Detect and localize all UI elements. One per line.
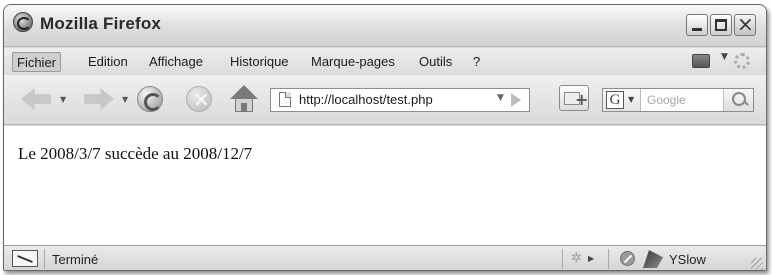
home-button[interactable] <box>230 85 258 113</box>
chevron-down-icon: ▼ <box>628 95 635 104</box>
status-text: Terminé <box>52 252 99 267</box>
home-icon <box>230 85 258 99</box>
menu-outils[interactable]: Outils <box>415 52 456 72</box>
chevron-right-icon[interactable]: ▶ <box>588 254 594 263</box>
divider <box>562 249 563 269</box>
resize-grip[interactable] <box>751 258 763 270</box>
forward-history-chevron-icon[interactable]: ▼ <box>122 95 128 104</box>
maximize-icon <box>715 19 727 31</box>
maximize-button[interactable] <box>710 14 732 36</box>
browser-window: Mozilla Firefox × Fichier Edition Affich… <box>3 4 767 271</box>
menu-marque-pages[interactable]: Marque-pages <box>307 52 399 72</box>
divider <box>44 249 45 269</box>
url-input[interactable]: http://localhost/test.php <box>299 92 433 107</box>
yslow-label[interactable]: YSlow <box>669 252 706 267</box>
page-icon <box>279 92 291 107</box>
menu-edition[interactable]: Edition <box>84 52 132 72</box>
navigation-toolbar: ▼ ▼ http://localhost/test.php ▼ G ▼ Goog… <box>4 75 766 125</box>
gear-icon[interactable]: ✲ <box>571 251 582 266</box>
search-input[interactable]: Google <box>647 93 686 107</box>
status-bar: Terminé ✲ ▶ YSlow <box>4 245 766 270</box>
search-button[interactable] <box>723 89 753 111</box>
go-button[interactable] <box>511 93 521 107</box>
close-button[interactable]: × <box>734 12 756 36</box>
search-box[interactable]: G ▼ Google <box>602 88 754 112</box>
yslow-icon[interactable] <box>643 250 663 268</box>
menu-historique[interactable]: Historique <box>226 52 293 72</box>
minimize-icon <box>692 28 702 31</box>
bookmark-add-button[interactable] <box>559 85 589 111</box>
minimize-button[interactable] <box>686 14 708 36</box>
title-bar: Mozilla Firefox × <box>4 5 766 47</box>
search-engine-selector[interactable]: G ▼ <box>603 89 641 111</box>
url-history-chevron-icon[interactable]: ▼ <box>497 93 504 103</box>
chevron-down-icon[interactable]: ▼ <box>721 52 728 62</box>
connection-icon <box>12 250 38 267</box>
back-button[interactable] <box>21 88 51 110</box>
blocked-icon[interactable] <box>620 251 635 266</box>
divider <box>608 249 609 269</box>
menu-bar: Fichier Edition Affichage Historique Mar… <box>4 48 766 74</box>
forward-button[interactable] <box>84 88 114 110</box>
back-history-chevron-icon[interactable]: ▼ <box>60 95 66 104</box>
menu-help[interactable]: ? <box>469 52 484 72</box>
window-title: Mozilla Firefox <box>40 14 162 33</box>
page-text: Le 2008/3/7 succède au 2008/12/7 <box>18 144 253 163</box>
screen-icon[interactable] <box>692 54 710 68</box>
address-bar[interactable]: http://localhost/test.php ▼ <box>270 88 530 112</box>
stop-button[interactable] <box>186 86 212 112</box>
close-icon: × <box>737 12 754 36</box>
firefox-logo-icon <box>13 12 33 32</box>
reload-button[interactable] <box>137 86 163 112</box>
throbber-icon <box>734 53 750 69</box>
menu-affichage[interactable]: Affichage <box>145 52 207 72</box>
menu-fichier[interactable]: Fichier <box>12 52 62 72</box>
page-content: Le 2008/3/7 succède au 2008/12/7 <box>4 126 766 245</box>
google-icon: G <box>606 91 624 109</box>
home-icon-door <box>241 103 247 112</box>
